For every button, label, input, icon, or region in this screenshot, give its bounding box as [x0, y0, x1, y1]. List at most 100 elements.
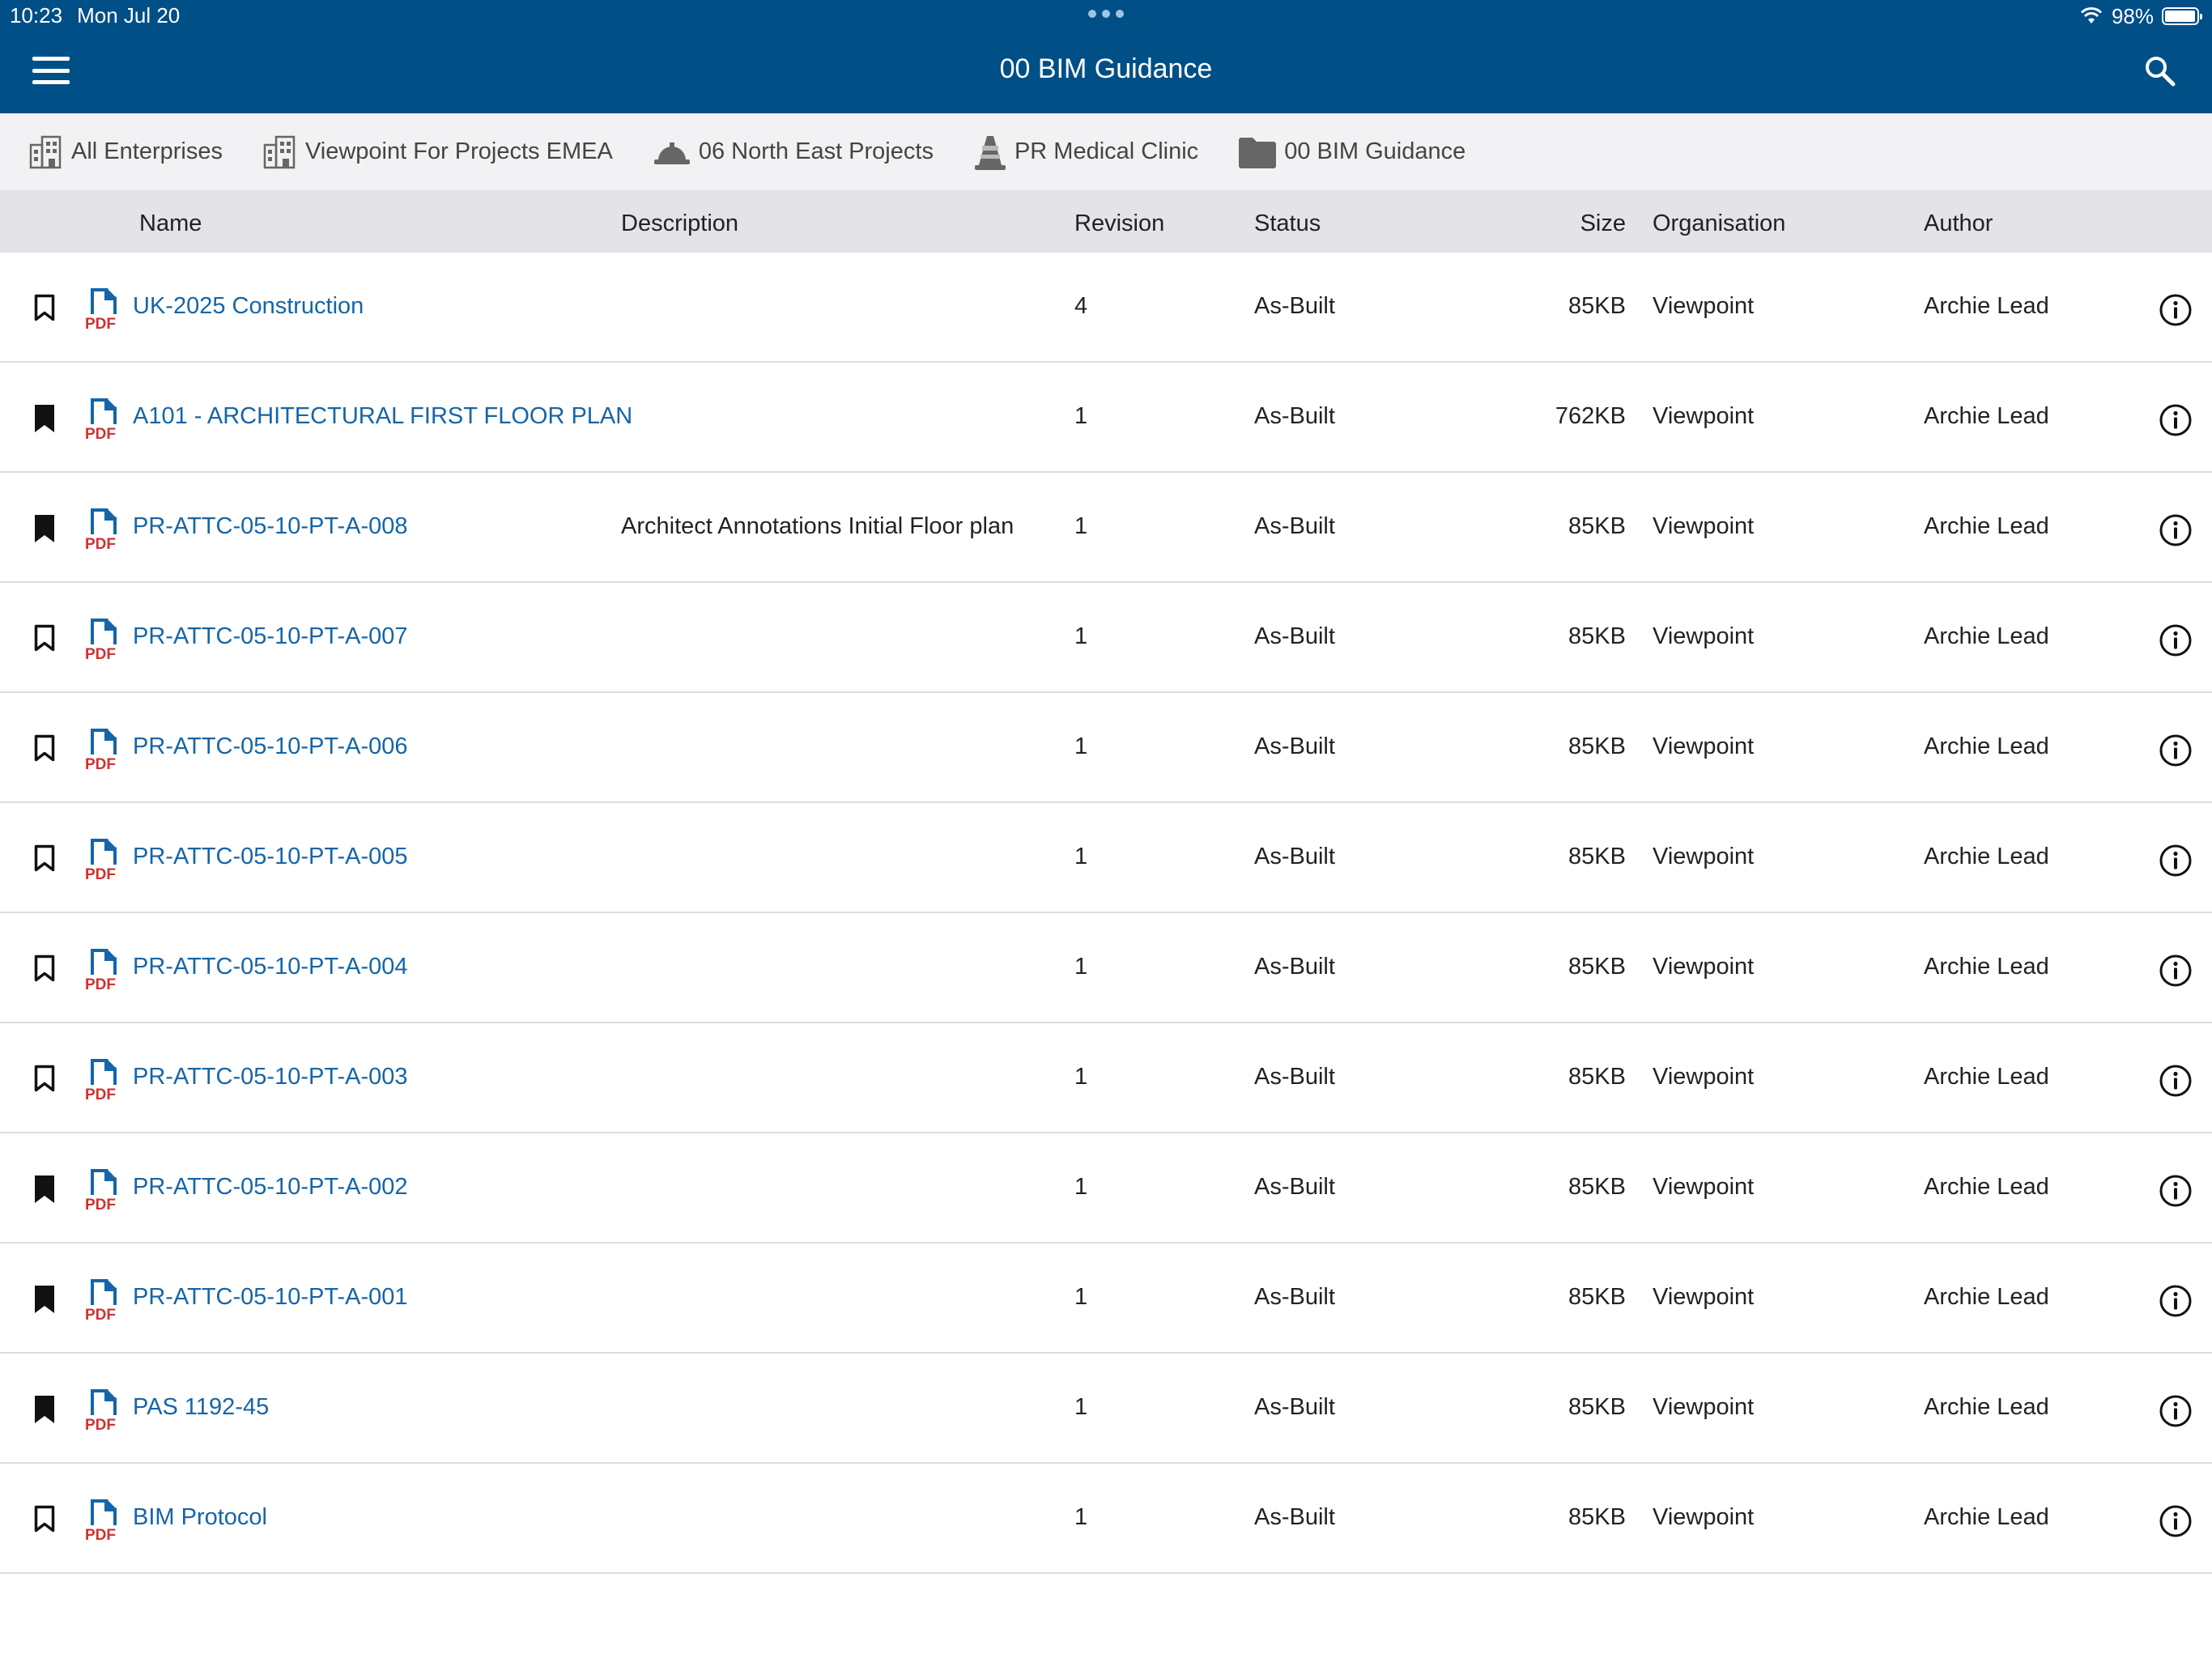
document-organisation: Viewpoint: [1653, 623, 1755, 649]
info-icon[interactable]: [2159, 293, 2193, 327]
document-status: As-Built: [1254, 1504, 1335, 1530]
document-status: As-Built: [1254, 403, 1335, 429]
column-header-description[interactable]: Description: [621, 210, 738, 237]
document-organisation: Viewpoint: [1653, 293, 1755, 319]
status-date: Mon Jul 20: [77, 3, 181, 28]
table-row[interactable]: PDF PR-ATTC-05-10-PT-A-007 1 As-Built 85KB Vi…: [0, 583, 2212, 693]
document-author: Archie Lead: [1924, 1394, 2049, 1420]
search-icon[interactable]: [2142, 53, 2178, 89]
bookmark-outline-icon[interactable]: [32, 1504, 57, 1535]
document-status: As-Built: [1254, 513, 1335, 539]
breadcrumb-viewpoint-emea[interactable]: Viewpoint For Projects EMEA: [262, 134, 613, 171]
breadcrumb-pr-medical-clinic[interactable]: PR Medical Clinic: [972, 133, 1198, 172]
document-name-link[interactable]: PR-ATTC-05-10-PT-A-003: [133, 1064, 408, 1090]
table-row[interactable]: PDF PR-ATTC-05-10-PT-A-003 1 As-Built 85KB Vi…: [0, 1023, 2212, 1133]
bookmark-outline-icon[interactable]: [32, 733, 57, 764]
pdf-file-label: PDF: [85, 1307, 116, 1321]
column-header-revision[interactable]: Revision: [1074, 210, 1164, 237]
document-status: As-Built: [1254, 844, 1335, 869]
breadcrumb-north-east-projects[interactable]: 06 North East Projects: [652, 136, 934, 168]
multitasking-dots-icon[interactable]: [1088, 8, 1124, 19]
bookmark-filled-icon[interactable]: [32, 513, 57, 544]
info-icon[interactable]: [2159, 513, 2193, 547]
pdf-file-label: PDF: [85, 426, 116, 440]
document-author: Archie Lead: [1924, 844, 2049, 869]
column-header-organisation[interactable]: Organisation: [1653, 210, 1785, 237]
column-header-name[interactable]: Name: [139, 210, 202, 237]
breadcrumb-all-enterprises[interactable]: All Enterprises: [28, 134, 223, 171]
document-organisation: Viewpoint: [1653, 1064, 1755, 1090]
document-name-link[interactable]: BIM Protocol: [133, 1504, 267, 1531]
pdf-file-label: PDF: [85, 1417, 116, 1431]
traffic-cone-icon: [974, 135, 1006, 170]
table-row[interactable]: PDF PR-ATTC-05-10-PT-A-005 1 As-Built 85KB Vi…: [0, 803, 2212, 913]
info-icon[interactable]: [2159, 1064, 2193, 1098]
bookmark-outline-icon[interactable]: [32, 623, 57, 654]
pdf-file-icon: PDF: [85, 1499, 117, 1541]
bookmark-filled-icon[interactable]: [32, 403, 57, 434]
breadcrumb-label: Viewpoint For Projects EMEA: [304, 138, 613, 164]
info-icon[interactable]: [2159, 733, 2193, 767]
document-description: Architect Annotations Initial Floor plan: [621, 513, 1015, 539]
table-row[interactable]: PDF BIM Protocol 1 As-Built 85KB Viewpoint Arc…: [0, 1464, 2212, 1574]
info-icon[interactable]: [2159, 623, 2193, 657]
document-name-link[interactable]: PAS 1192-45: [133, 1394, 269, 1421]
column-header-size[interactable]: Size: [1580, 210, 1626, 237]
building-icon: [29, 135, 62, 168]
battery-percent: 98%: [2111, 3, 2154, 28]
table-row[interactable]: PDF PR-ATTC-05-10-PT-A-008 Architect Annot…: [0, 473, 2212, 583]
table-row[interactable]: PDF PR-ATTC-05-10-PT-A-004 1 As-Built 85KB Vi…: [0, 913, 2212, 1023]
info-icon[interactable]: [2159, 954, 2193, 988]
info-icon[interactable]: [2159, 403, 2193, 437]
bookmark-outline-icon[interactable]: [32, 293, 57, 324]
table-row[interactable]: PDF PR-ATTC-05-10-PT-A-001 1 As-Built 85KB Vi…: [0, 1244, 2212, 1354]
info-icon[interactable]: [2159, 844, 2193, 878]
table-row[interactable]: PDF UK-2025 Construction 4 As-Built 85KB View…: [0, 253, 2212, 363]
bookmark-outline-icon[interactable]: [32, 844, 57, 874]
table-row[interactable]: PDF PR-ATTC-05-10-PT-A-006 1 As-Built 85KB Vi…: [0, 693, 2212, 803]
document-organisation: Viewpoint: [1653, 844, 1755, 869]
document-revision: 1: [1074, 623, 1088, 649]
bookmark-filled-icon[interactable]: [32, 1174, 57, 1205]
pdf-file-icon: PDF: [85, 1389, 117, 1431]
bookmark-filled-icon[interactable]: [32, 1394, 57, 1425]
table-row[interactable]: PDF PAS 1192-45 1 As-Built 85KB Viewpoint Arch…: [0, 1354, 2212, 1464]
document-name-link[interactable]: PR-ATTC-05-10-PT-A-005: [133, 844, 408, 870]
document-name-link[interactable]: PR-ATTC-05-10-PT-A-001: [133, 1284, 408, 1311]
table-row[interactable]: PDF PR-ATTC-05-10-PT-A-002 1 As-Built 85KB Vi…: [0, 1133, 2212, 1244]
document-name-link[interactable]: PR-ATTC-05-10-PT-A-002: [133, 1174, 408, 1201]
pdf-file-icon: PDF: [85, 398, 117, 440]
document-name-link[interactable]: PR-ATTC-05-10-PT-A-007: [133, 623, 408, 650]
breadcrumb-label: 06 North East Projects: [698, 138, 934, 164]
table-row[interactable]: PDF A101 - ARCHITECTURAL FIRST FLOOR PLAN…: [0, 363, 2212, 473]
bookmark-outline-icon[interactable]: [32, 1064, 57, 1095]
top-bar: 10:23 Mon Jul 20 98% 00 BIM Guidance: [0, 0, 2212, 113]
info-icon[interactable]: [2159, 1174, 2193, 1208]
document-author: Archie Lead: [1924, 403, 2049, 429]
document-author: Archie Lead: [1924, 513, 2049, 539]
pdf-file-label: PDF: [85, 866, 116, 881]
bookmark-filled-icon[interactable]: [32, 1284, 57, 1315]
document-name-link[interactable]: PR-ATTC-05-10-PT-A-006: [133, 733, 408, 760]
pdf-file-label: PDF: [85, 1197, 116, 1211]
breadcrumb: All Enterprises Viewpoint For Projects E…: [0, 113, 2212, 191]
breadcrumb-bim-guidance[interactable]: 00 BIM Guidance: [1237, 135, 1465, 169]
document-name-link[interactable]: PR-ATTC-05-10-PT-A-004: [133, 954, 408, 980]
bookmark-outline-icon[interactable]: [32, 954, 57, 984]
info-icon[interactable]: [2159, 1504, 2193, 1538]
document-name-link[interactable]: PR-ATTC-05-10-PT-A-008: [133, 513, 408, 540]
document-name-link[interactable]: A101 - ARCHITECTURAL FIRST FLOOR PLAN: [133, 403, 632, 430]
pdf-file-icon: PDF: [85, 508, 117, 551]
battery-icon: [2162, 7, 2202, 25]
document-author: Archie Lead: [1924, 1284, 2049, 1310]
pdf-file-label: PDF: [85, 1527, 116, 1541]
column-header-status[interactable]: Status: [1254, 210, 1321, 237]
document-name-link[interactable]: UK-2025 Construction: [133, 293, 364, 320]
info-icon[interactable]: [2159, 1284, 2193, 1318]
document-revision: 1: [1074, 1394, 1088, 1420]
info-icon[interactable]: [2159, 1394, 2193, 1428]
document-status: As-Built: [1254, 733, 1335, 759]
column-header-author[interactable]: Author: [1924, 210, 1993, 237]
document-size: 85KB: [1568, 1174, 1626, 1200]
document-size: 85KB: [1568, 844, 1626, 869]
